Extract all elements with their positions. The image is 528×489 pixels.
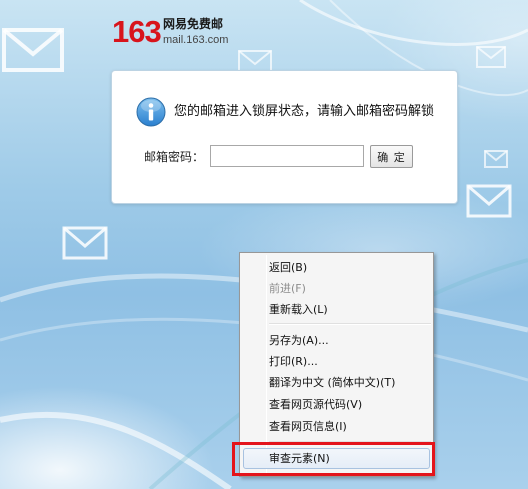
menu-item-back[interactable]: 返回(B) (243, 257, 430, 278)
menu-item-save-as[interactable]: 另存为(A)... (243, 330, 430, 351)
logo-url: mail.163.com (163, 34, 229, 46)
annotation-highlight-box (232, 442, 435, 476)
logo-name: 网易免费邮 (163, 17, 224, 31)
confirm-button[interactable]: 确 定 (370, 145, 413, 168)
lock-message: 您的邮箱进入锁屏状态，请输入邮箱密码解锁 (174, 104, 435, 119)
menu-item-view-source[interactable]: 查看网页源代码(V) (243, 394, 430, 415)
envelope-icon (484, 150, 508, 168)
lock-screen-panel: 您的邮箱进入锁屏状态，请输入邮箱密码解锁 邮箱密码： 确 定 (111, 70, 458, 204)
menu-item-forward[interactable]: 前进(F) (243, 278, 430, 299)
password-input[interactable] (210, 145, 364, 167)
envelope-icon (476, 46, 506, 68)
envelope-icon (62, 226, 108, 260)
menu-separator (269, 323, 431, 325)
menu-item-print[interactable]: 打印(R)... (243, 351, 430, 372)
envelope-icon (466, 184, 512, 218)
menu-item-page-info[interactable]: 查看网页信息(I) (243, 416, 430, 437)
logo-number: 163 (112, 14, 162, 49)
menu-item-reload[interactable]: 重新载入(L) (243, 299, 430, 320)
menu-item-translate[interactable]: 翻译为中文 (简体中文)(T) (243, 372, 430, 393)
envelope-icon (2, 28, 64, 72)
password-label: 邮箱密码： (144, 150, 205, 164)
info-icon (136, 97, 166, 127)
